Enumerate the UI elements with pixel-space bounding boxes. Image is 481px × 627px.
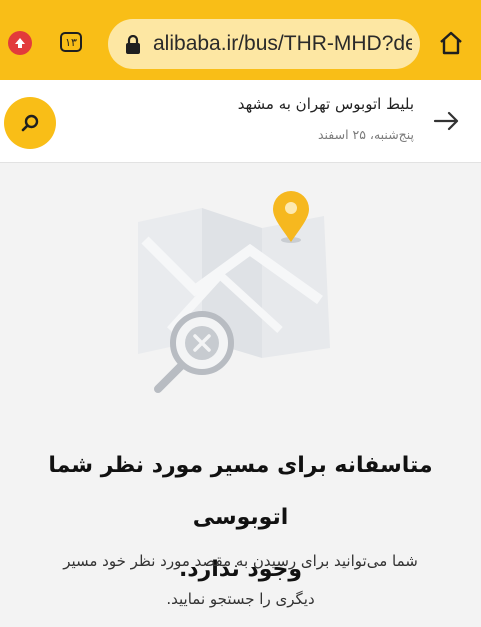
search-button[interactable]	[4, 97, 56, 149]
lock-icon	[126, 35, 140, 54]
tab-count: ۱۳	[65, 35, 77, 49]
route-header: بلیط اتوبوس تهران به مشهد پنج‌شنبه، ۲۵ ا…	[0, 80, 481, 163]
page-title: بلیط اتوبوس تهران به مشهد	[237, 95, 414, 113]
browser-toolbar: ۱۳ alibaba.ir/bus/THR-MHD?de	[0, 0, 481, 80]
map-illustration	[138, 208, 330, 358]
tabs-button[interactable]: ۱۳	[60, 32, 82, 52]
home-icon[interactable]	[437, 29, 465, 57]
empty-state-body-line2: دیگری را جستجو نمایید.	[166, 590, 315, 608]
empty-state-body-line1: شما می‌توانید برای رسیدن به مقصد مورد نظ…	[63, 552, 418, 570]
empty-state-body: شما می‌توانید برای رسیدن به مقصد مورد نظ…	[20, 542, 461, 618]
no-route-illustration	[138, 191, 330, 393]
address-bar[interactable]: alibaba.ir/bus/THR-MHD?de	[108, 19, 420, 69]
url-text: alibaba.ir/bus/THR-MHD?de	[153, 32, 412, 55]
empty-state-title-line1: متاسفانه برای مسیر مورد نظر شما اتوبوسی	[48, 453, 433, 530]
travel-date: پنج‌شنبه، ۲۵ اسفند	[317, 127, 414, 142]
arrow-up-icon[interactable]	[8, 31, 32, 55]
search-icon	[21, 114, 39, 132]
back-arrow-icon[interactable]	[432, 107, 460, 135]
